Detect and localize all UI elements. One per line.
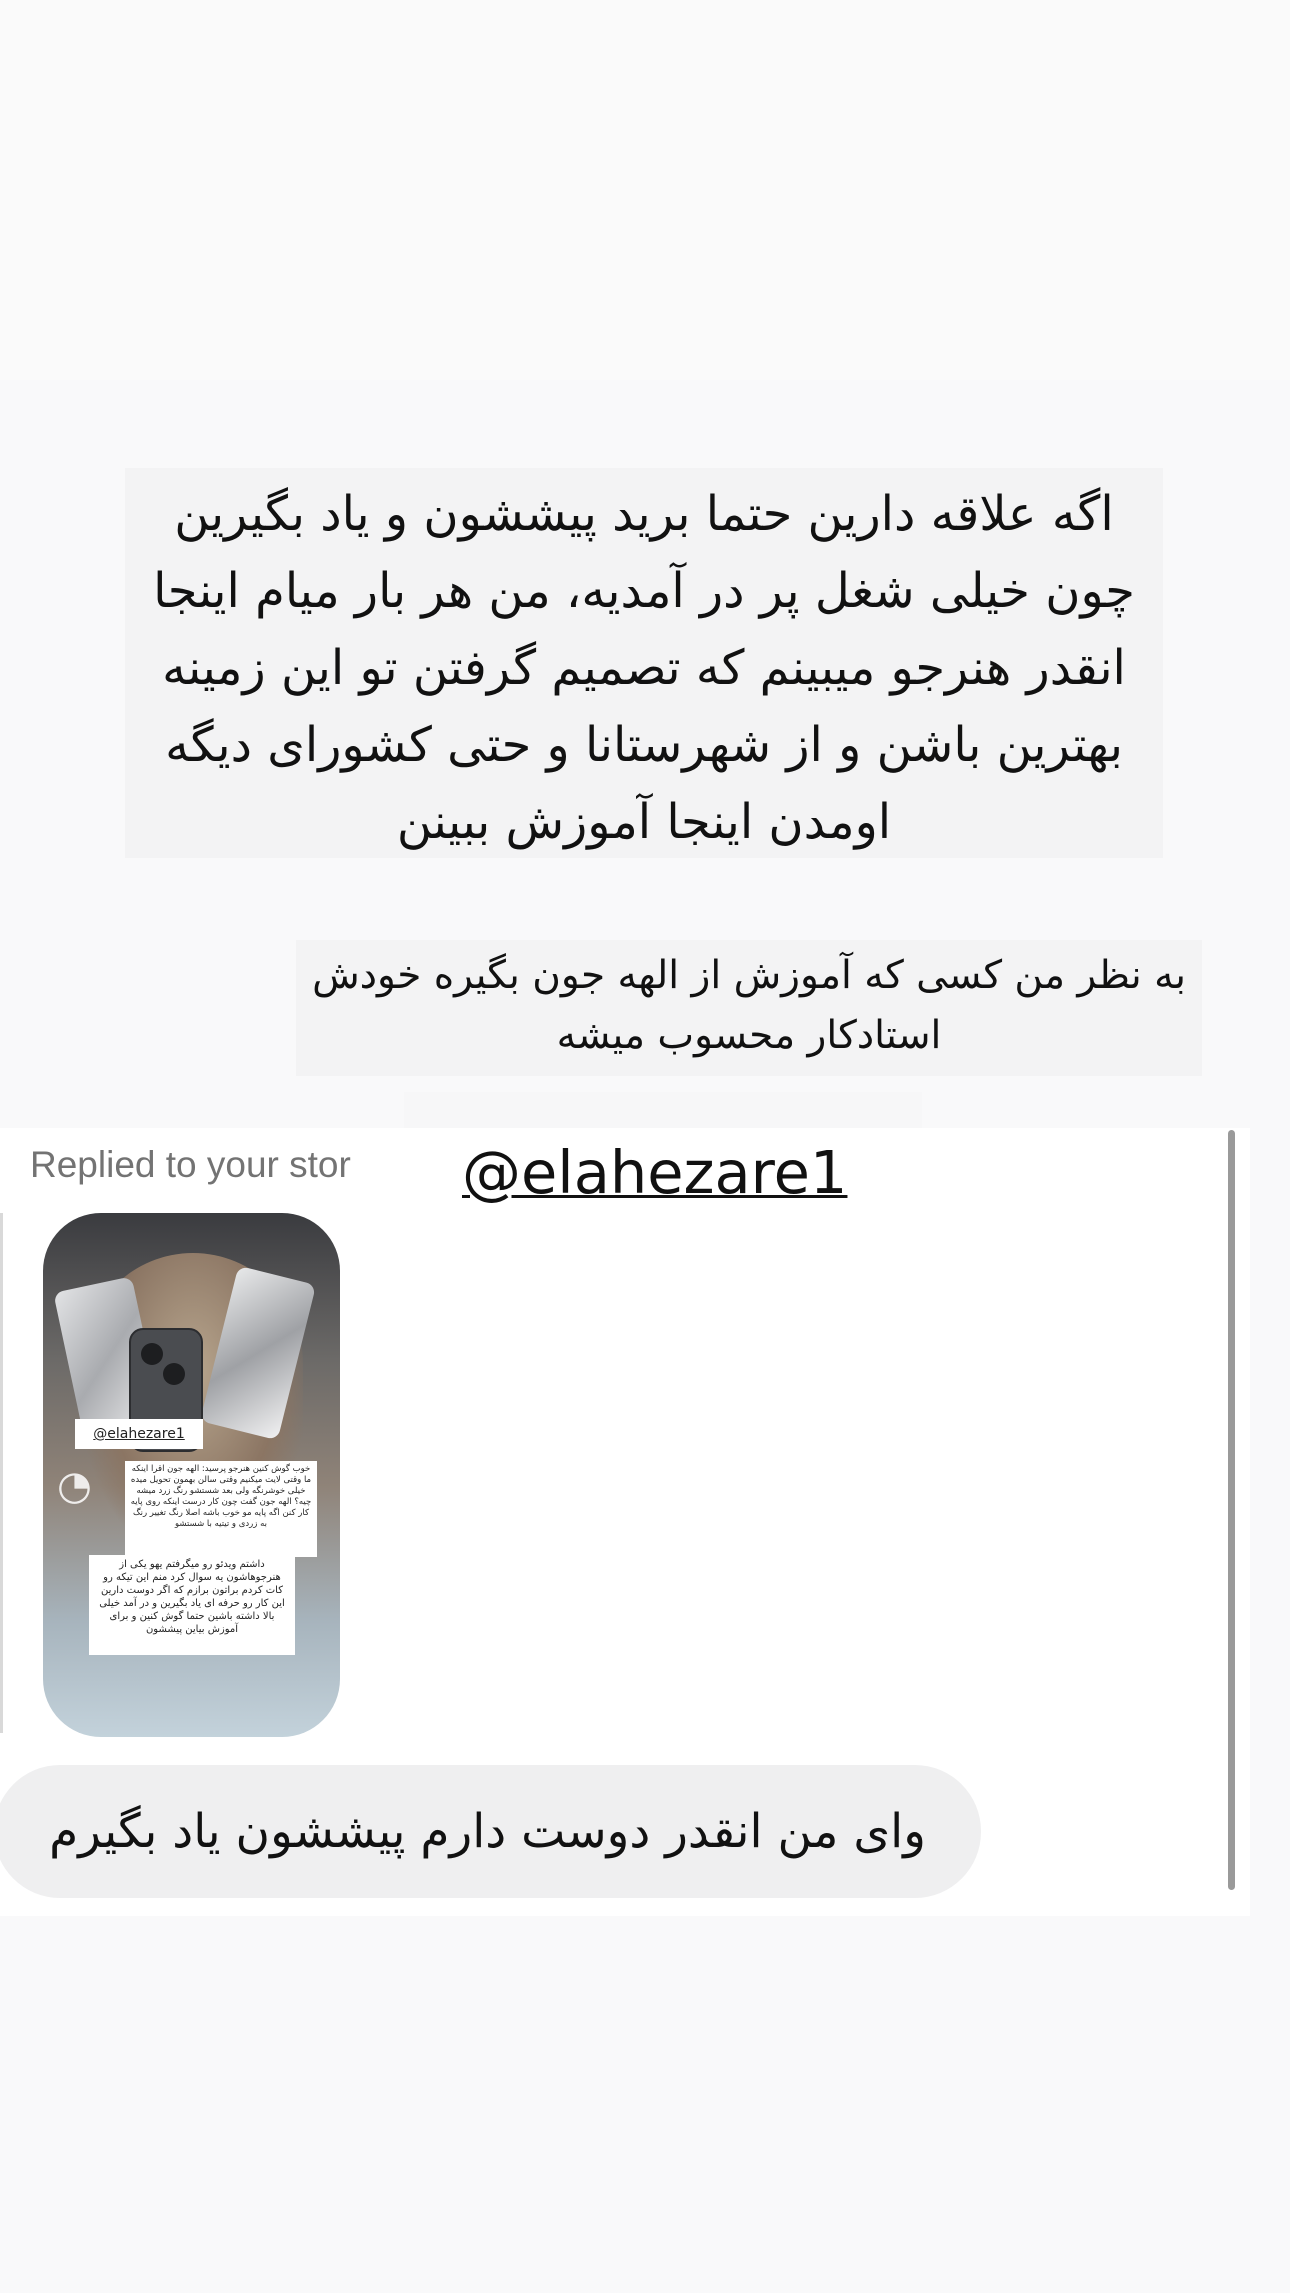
caption-line: به نظر من کسی که آموزش از الهه جون بگیره… xyxy=(312,953,1186,998)
story-text-note: داشتم ویدئو رو میگرفتم یهو یکی از هنرجوه… xyxy=(89,1555,295,1655)
caption-line: استادکار محسوب میشه xyxy=(556,1013,942,1058)
caption-line: بهترین باشن و از شهرستانا و حتی کشورای د… xyxy=(165,717,1123,773)
caption-line: انقدر هنرجو میبینم که تصمیم گرفتن تو این… xyxy=(162,640,1126,696)
message-text: وای من انقدر دوست دارم پیششون یاد بگیرم xyxy=(49,1804,926,1859)
story-caption-sub: به نظر من کسی که آموزش از الهه جون بگیره… xyxy=(296,940,1202,1076)
story-thumbnail[interactable]: @elahezare1 ◔ خوب گوش کنین هنرجو پرسید: … xyxy=(43,1213,340,1737)
caption-line: اومدن اینجا آموزش ببینن xyxy=(396,794,892,850)
story-mention-tag: @elahezare1 xyxy=(75,1419,203,1449)
sound-wave-icon: ◔ xyxy=(57,1463,92,1509)
story-photo-camera xyxy=(141,1343,163,1365)
caption-line: چون خیلی شغل پر در آمدیه، من هر بار میام… xyxy=(153,563,1135,619)
mention-link[interactable]: @elahezare1 xyxy=(462,1138,847,1207)
story-text-note: خوب گوش کنین هنرجو پرسید: الهه جون اقرا … xyxy=(125,1461,317,1557)
replied-to-story-label: Replied to your stor xyxy=(30,1144,351,1185)
story-caption-main: اگه علاقه دارین حتما برید پیششون و یاد ب… xyxy=(125,468,1163,858)
scrollbar[interactable] xyxy=(1228,1130,1235,1890)
panel-left-edge xyxy=(0,1213,3,1733)
top-blank-area xyxy=(0,0,1290,380)
message-bubble[interactable]: وای من انقدر دوست دارم پیششون یاد بگیرم xyxy=(0,1765,981,1898)
bottom-blank-area xyxy=(0,1916,1290,2293)
caption-line: اگه علاقه دارین حتما برید پیششون و یاد ب… xyxy=(174,486,1114,542)
